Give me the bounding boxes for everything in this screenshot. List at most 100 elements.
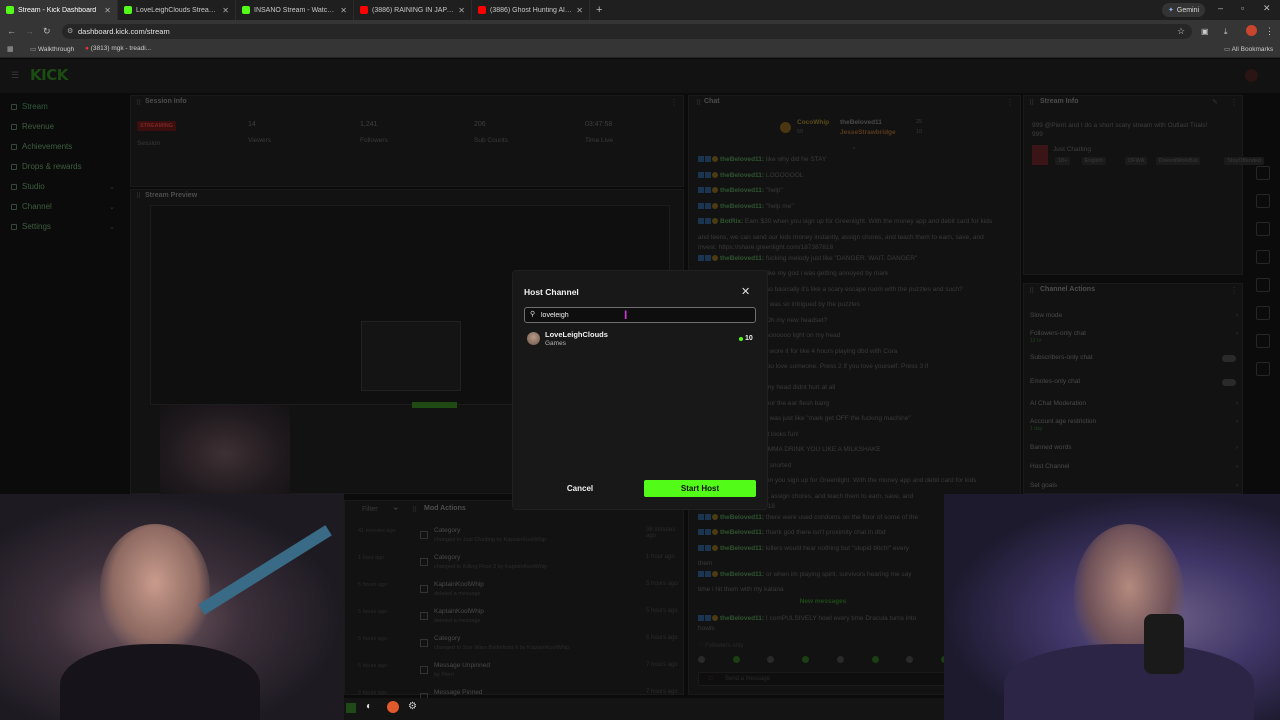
sidebar-item-revenue[interactable]: Revenue bbox=[11, 122, 121, 131]
sidebar-tool-icon[interactable] bbox=[1256, 362, 1270, 376]
tab-close-icon[interactable]: ✕ bbox=[576, 6, 583, 15]
window-close-icon[interactable]: ✕ bbox=[1263, 3, 1271, 14]
chat-username[interactable]: theBeloved11: bbox=[720, 529, 764, 536]
back-icon[interactable]: ← bbox=[7, 26, 16, 36]
browser-tab[interactable]: LoveLeighClouds Stream - Wat ✕ bbox=[118, 0, 236, 20]
profile-avatar[interactable] bbox=[1246, 25, 1257, 36]
sidebar-tool-icon[interactable] bbox=[1256, 166, 1270, 180]
emote-icon[interactable] bbox=[906, 655, 914, 663]
channel-action-account-age-restriction[interactable]: Account age restriction 1 day › bbox=[1030, 418, 1245, 432]
sidebar-item-settings[interactable]: Settings ⌄ bbox=[11, 222, 121, 231]
emote-icon[interactable] bbox=[871, 655, 879, 663]
url-field[interactable]: dashboard.kick.com/stream bbox=[62, 24, 1192, 39]
sidebar-item-stream[interactable]: Stream bbox=[11, 102, 121, 111]
channel-action-emotes-only-chat[interactable]: Emotes-only chat bbox=[1030, 378, 1245, 390]
tab-close-icon[interactable]: ✕ bbox=[104, 6, 111, 15]
browser-tab[interactable]: (3886) RAINING IN JAPAN ✕ bbox=[354, 0, 472, 20]
sidebar-item-drops-rewards[interactable]: Drops & rewards bbox=[11, 162, 121, 171]
firefox-taskbar-icon[interactable] bbox=[387, 701, 399, 713]
sidebar-tool-icon[interactable] bbox=[1256, 306, 1270, 320]
chat-username[interactable]: BotRix: bbox=[720, 218, 743, 225]
chevron-right-icon[interactable]: › bbox=[1236, 418, 1238, 425]
sidebar-tool-icon[interactable] bbox=[1256, 222, 1270, 236]
kick-taskbar-icon[interactable] bbox=[346, 703, 356, 713]
drag-handle-icon[interactable]: ⠿ bbox=[1029, 287, 1034, 295]
filter-icon[interactable]: ⏷ bbox=[393, 506, 399, 514]
all-bookmarks[interactable]: ▭ All Bookmarks bbox=[1224, 45, 1273, 53]
channel-action-subscribers-only-chat[interactable]: Subscribers-only chat bbox=[1030, 354, 1245, 366]
chat-username[interactable]: theBeloved11: bbox=[720, 571, 764, 578]
chevron-right-icon[interactable]: › bbox=[1236, 463, 1238, 470]
drag-handle-icon[interactable]: ⠿ bbox=[412, 506, 417, 514]
extensions-icon[interactable]: ▣ bbox=[1201, 27, 1209, 36]
drag-handle-icon[interactable]: ⠿ bbox=[136, 192, 141, 200]
emote-icon[interactable] bbox=[767, 655, 775, 663]
browser-tab[interactable]: (3886) Ghost Hunting Alone Fo✕ bbox=[472, 0, 590, 20]
chat-username[interactable]: theBeloved11: bbox=[720, 545, 764, 552]
new-tab-button[interactable]: + bbox=[590, 0, 608, 20]
app-taskbar-icon[interactable]: ◐ bbox=[366, 701, 372, 712]
channel-action-followers-only-chat[interactable]: Followers-only chat 12 hr › bbox=[1030, 330, 1245, 344]
chat-username[interactable]: theBeloved11: bbox=[720, 255, 764, 262]
kick-logo[interactable]: KICK bbox=[30, 66, 68, 84]
panel-menu-icon[interactable]: ⋮ bbox=[1006, 98, 1014, 107]
settings-taskbar-icon[interactable]: ⚙ bbox=[408, 701, 417, 712]
maximize-icon[interactable]: ▫ bbox=[1241, 3, 1244, 13]
emote-icon[interactable] bbox=[802, 655, 810, 663]
sidebar-item-studio[interactable]: Studio ⌄ bbox=[11, 182, 121, 191]
chevron-right-icon[interactable]: › bbox=[1236, 312, 1238, 319]
emote-icon[interactable] bbox=[836, 655, 844, 663]
edit-icon[interactable]: ✎ bbox=[1212, 98, 1218, 106]
chat-username[interactable]: theBeloved11: bbox=[720, 156, 764, 163]
download-icon[interactable]: ⤓ bbox=[1224, 27, 1228, 37]
channel-action-set-goals[interactable]: Set goals › bbox=[1030, 482, 1245, 494]
sidebar-item-achievements[interactable]: Achievements bbox=[11, 142, 121, 151]
sidebar-tool-icon[interactable] bbox=[1256, 194, 1270, 208]
channel-action-host-channel[interactable]: Host Channel › bbox=[1030, 463, 1245, 475]
chat-username[interactable]: theBeloved11: bbox=[720, 187, 764, 194]
site-info-icon[interactable]: ⚙ bbox=[67, 27, 73, 35]
channel-action-slow-mode[interactable]: Slow mode › bbox=[1030, 312, 1245, 324]
chat-username[interactable]: theBeloved11: bbox=[720, 172, 764, 179]
bookmark-youtube[interactable]: ● (3813) mgk - treadi... bbox=[85, 45, 151, 52]
channel-action-ai-chat-moderation[interactable]: AI Chat Moderation › bbox=[1030, 400, 1245, 412]
chevron-down-icon[interactable]: ⌄ bbox=[109, 203, 115, 211]
emoji-icon[interactable]: ☺ bbox=[707, 675, 714, 682]
apps-grid-icon[interactable]: ▦ bbox=[7, 45, 14, 53]
drag-handle-icon[interactable]: ⠿ bbox=[1029, 99, 1034, 107]
tab-close-icon[interactable]: ✕ bbox=[458, 6, 465, 15]
chevron-down-icon[interactable]: ⌄ bbox=[109, 183, 115, 191]
hamburger-menu-icon[interactable]: ☰ bbox=[11, 70, 19, 81]
browser-tab[interactable]: INSANO Stream - Watch Live o ✕ bbox=[236, 0, 354, 20]
mod-filter-label[interactable]: Filter bbox=[362, 506, 378, 513]
tab-close-icon[interactable]: ✕ bbox=[340, 6, 347, 15]
gemini-button[interactable]: ✦ Gemini bbox=[1162, 3, 1206, 17]
new-messages-divider[interactable]: New messages bbox=[698, 598, 948, 608]
drag-handle-icon[interactable]: ⠿ bbox=[696, 99, 701, 107]
panel-menu-icon[interactable]: ⋮ bbox=[1230, 286, 1238, 295]
chevron-down-icon[interactable]: ⌄ bbox=[109, 223, 115, 231]
toggle-switch[interactable] bbox=[1222, 355, 1236, 362]
chevron-right-icon[interactable]: › bbox=[1236, 400, 1238, 407]
close-icon[interactable]: ✕ bbox=[741, 285, 750, 298]
reload-icon[interactable]: ↻ bbox=[43, 26, 51, 37]
chevron-right-icon[interactable]: › bbox=[1236, 482, 1238, 489]
sidebar-tool-icon[interactable] bbox=[1256, 334, 1270, 348]
cancel-button[interactable]: Cancel bbox=[524, 480, 636, 496]
emote-icon[interactable] bbox=[698, 655, 705, 663]
chat-username[interactable]: theBeloved11: bbox=[720, 203, 764, 210]
emote-icon[interactable] bbox=[732, 655, 740, 663]
sidebar-tool-icon[interactable] bbox=[1256, 278, 1270, 292]
browser-tab[interactable]: Stream - Kick Dashboard ✕ bbox=[0, 0, 118, 20]
sidebar-tool-icon[interactable] bbox=[1256, 250, 1270, 264]
menu-icon[interactable]: ⋮ bbox=[1265, 26, 1274, 37]
chat-username[interactable]: theBeloved11: bbox=[720, 514, 764, 521]
channel-action-banned-words[interactable]: Banned words › bbox=[1030, 444, 1245, 456]
expand-chevron-icon[interactable]: ⌄ bbox=[851, 143, 857, 151]
panel-menu-icon[interactable]: ⋮ bbox=[1230, 98, 1238, 107]
tab-close-icon[interactable]: ✕ bbox=[222, 6, 229, 15]
minimize-icon[interactable]: – bbox=[1218, 3, 1223, 13]
bookmark-star-icon[interactable]: ☆ bbox=[1177, 26, 1185, 37]
drag-handle-icon[interactable]: ⠿ bbox=[136, 99, 141, 107]
bookmark-walkthrough[interactable]: ▭ Walkthrough bbox=[30, 45, 74, 53]
